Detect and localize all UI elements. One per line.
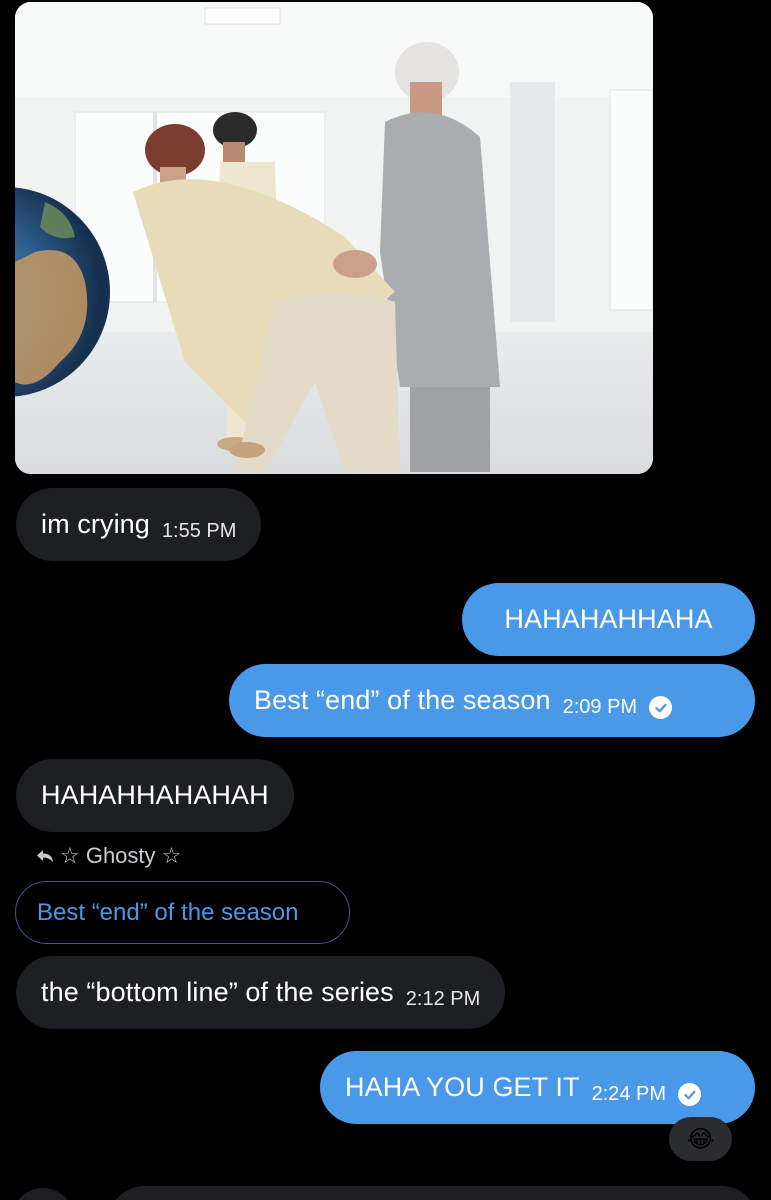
quoted-message[interactable]: Best “end” of the season (15, 881, 350, 944)
message-bubble-received[interactable]: the “bottom line” of the series 2:12 PM (16, 956, 506, 1029)
photo-scene (15, 2, 653, 474)
message-timestamp: 2:12 PM (405, 988, 481, 1010)
reaction-emoji: 😂 (686, 1125, 715, 1153)
reply-context-label: ☆ Ghosty ☆ (36, 843, 181, 869)
message-text: HAHAHAHHAHA (504, 604, 713, 634)
shared-photo[interactable] (15, 2, 653, 474)
message-text: HAHA YOU GET IT (345, 1072, 580, 1102)
read-check-icon (678, 1083, 702, 1106)
message-text: the “bottom line” of the series (41, 977, 394, 1007)
message-timestamp: 2:24 PM (591, 1083, 667, 1105)
message-bubble-sent[interactable]: HAHA YOU GET IT 2:24 PM (320, 1051, 755, 1124)
message-bubble-sent[interactable]: Best “end” of the season 2:09 PM (229, 664, 755, 737)
message-timestamp: 1:55 PM (161, 520, 237, 542)
message-bubble-sent[interactable]: HAHAHAHHAHA (462, 583, 755, 656)
reply-arrow-icon (37, 850, 53, 862)
read-check-icon (649, 696, 673, 719)
reply-author: ☆ Ghosty ☆ (60, 843, 182, 868)
message-bubble-received[interactable]: HAHAHHAHAHAH (16, 759, 294, 832)
quoted-text: Best “end” of the season (37, 898, 299, 926)
message-text: HAHAHHAHAHAH (41, 780, 269, 810)
avatar[interactable] (12, 1188, 74, 1200)
message-text: im crying (41, 509, 150, 539)
laughing-emoji-reaction[interactable]: 😂 (669, 1117, 732, 1161)
message-bubble-received[interactable]: im crying 1:55 PM (16, 488, 262, 561)
message-bubble-received[interactable] (108, 1186, 758, 1200)
message-text: Best “end” of the season (254, 685, 551, 715)
message-timestamp: 2:09 PM (562, 696, 638, 718)
chat-screen: im crying 1:55 PM HAHAHAHHAHA Best “end”… (0, 0, 771, 1200)
